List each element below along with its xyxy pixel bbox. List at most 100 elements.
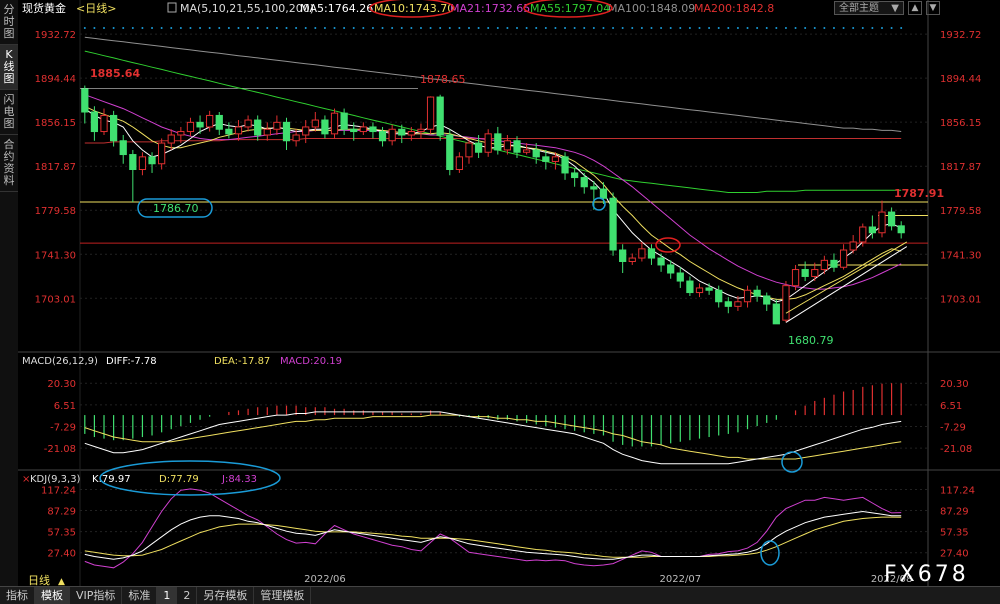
candle-body [90, 111, 99, 133]
side-tab-contract[interactable]: 合约资料 [0, 135, 18, 192]
marker-dot [103, 27, 106, 29]
candle-body [273, 121, 281, 130]
candle-body [340, 112, 348, 130]
marker-dot [842, 27, 845, 29]
marker-dot [275, 27, 278, 29]
candle-body [734, 301, 742, 307]
candle-body [628, 257, 636, 262]
marker-dot [93, 27, 96, 29]
candle-body [398, 128, 406, 136]
candle-body [484, 133, 492, 153]
candle-body [676, 272, 684, 282]
candle-body [599, 188, 608, 199]
candle-body [580, 177, 588, 188]
marker-dot [525, 27, 528, 29]
side-tab-fenshi[interactable]: 分时图 [0, 0, 18, 45]
candle-body [282, 121, 291, 142]
candle-body [820, 259, 828, 271]
marker-dot [679, 27, 682, 29]
marker-dot [333, 27, 336, 29]
side-tab-kline[interactable]: K线图 [0, 45, 18, 90]
tab-indicator[interactable]: 指标 [0, 587, 35, 604]
candle-body [446, 134, 454, 170]
top-right-controls: 全部主题 ▼ ▲ ▼ [834, 1, 940, 15]
theme-select[interactable]: 全部主题 ▼ [834, 1, 904, 15]
marker-dot [381, 27, 384, 29]
tab-manage-template[interactable]: 管理模板 [254, 587, 312, 604]
bottom-toolbar: 指标 模板 VIP指标 标准 1 2 另存模板 管理模板 [0, 586, 1000, 604]
marker-dot [218, 27, 221, 29]
candle-body [849, 241, 857, 251]
candle-body [330, 112, 339, 135]
candle-body [436, 96, 444, 136]
price-tick-right-3: 1817.87 [940, 162, 981, 173]
candle-body [109, 114, 118, 142]
candle-body [196, 121, 204, 128]
candle-body [859, 226, 867, 243]
period-indicator[interactable]: 日线 [28, 573, 50, 586]
candle-body [81, 88, 89, 113]
marker-dot [170, 27, 173, 29]
macd-diff: DIFF:-7.78 [106, 356, 157, 367]
tab-page-1[interactable]: 1 [157, 587, 178, 604]
marker-dot [688, 27, 691, 29]
high-label: 1885.64 [90, 67, 140, 80]
marker-dot [698, 27, 701, 29]
marker-dot [890, 27, 893, 29]
tab-save-template[interactable]: 另存模板 [197, 587, 255, 604]
kline-chart[interactable]: 1932.72 1932.72 1894.44 1894.44 1856.15 1856.… [18, 0, 1000, 586]
marker-dot [419, 27, 422, 29]
period-indicator-arrow[interactable]: ▲ [58, 577, 65, 586]
price-tick-left-1: 1894.44 [35, 74, 76, 85]
marker-dot [410, 27, 413, 29]
tab-template[interactable]: 模板 [35, 587, 70, 604]
tab-page-2[interactable]: 2 [177, 587, 198, 604]
price-tick-left-5: 1741.30 [35, 250, 76, 261]
candle-body [359, 126, 367, 133]
macd-value: MACD:20.19 [280, 356, 342, 367]
watermark-logo: FX678 [884, 562, 969, 586]
candle-body [350, 128, 358, 133]
candle-body [263, 128, 271, 136]
marker-dot [669, 27, 672, 29]
marker-dot [506, 27, 509, 29]
candle-body [887, 211, 896, 227]
marker-dot [592, 27, 595, 29]
marker-dot [247, 27, 250, 29]
candle-body [292, 134, 300, 142]
marker-dot [852, 27, 855, 29]
marker-dot [602, 27, 605, 29]
instrument-title: 现货黄金 [22, 1, 66, 15]
candle-body [254, 119, 262, 136]
scroll-down-icon[interactable]: ▼ [926, 1, 940, 15]
period-label: <日线> [76, 1, 116, 15]
candle-body [407, 131, 415, 136]
tab-vip-indicator[interactable]: VIP指标 [70, 587, 123, 604]
marker-dot [573, 27, 576, 29]
candle-body [647, 248, 656, 259]
candle-body [321, 119, 329, 135]
candle-body [753, 289, 761, 297]
candle-body [234, 126, 243, 135]
marker-dot [237, 27, 240, 29]
candle-body [801, 269, 809, 277]
marker-dot [295, 27, 298, 29]
candle-body [619, 249, 627, 262]
marker-dot [448, 27, 451, 29]
candle-body [724, 301, 732, 307]
marker-dot [823, 27, 826, 29]
tab-standard[interactable]: 标准 [122, 587, 158, 604]
theme-select-label: 全部主题 [839, 3, 879, 14]
candle-body [695, 287, 704, 294]
candle-body [667, 264, 675, 274]
ma200-value: MA200:1842.8 [694, 2, 774, 15]
side-tab-shandian[interactable]: 闪电图 [0, 90, 18, 135]
marker-dot [362, 27, 365, 29]
candle-body [455, 156, 464, 171]
marker-dot [151, 27, 154, 29]
marker-dot [583, 27, 586, 29]
marker-dot [813, 27, 816, 29]
scroll-up-icon[interactable]: ▲ [908, 1, 922, 15]
marker-dot [765, 27, 768, 29]
marker-dot [516, 27, 519, 29]
